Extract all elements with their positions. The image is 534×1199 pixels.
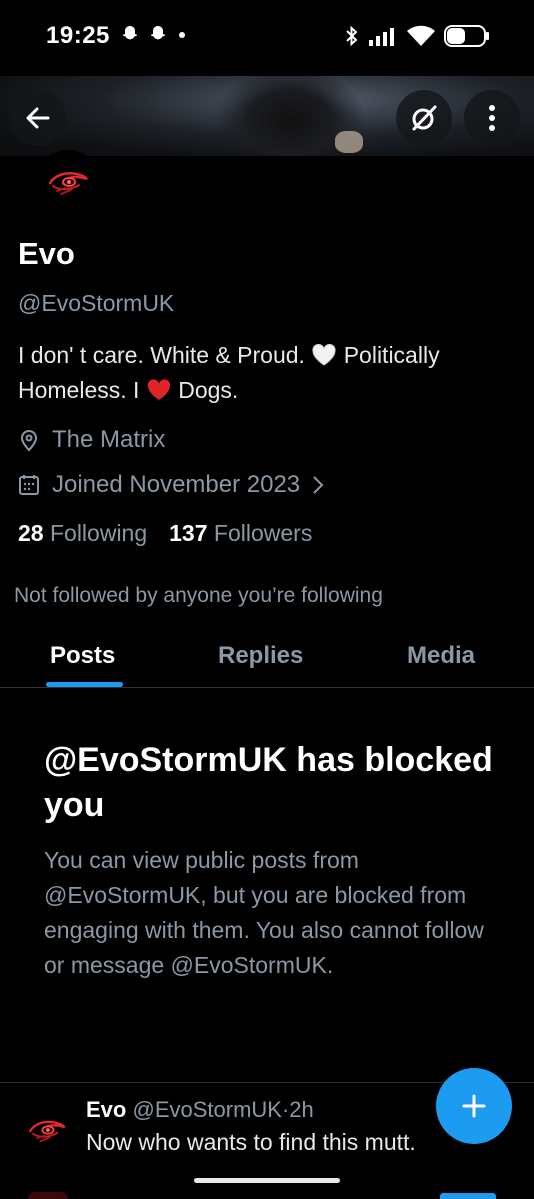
status-bar: 19:25 (0, 0, 534, 76)
joined-text: Joined November 2023 (52, 471, 301, 498)
next-post-avatar-peek (28, 1192, 68, 1199)
post-avatar[interactable] (20, 1103, 74, 1157)
followers-label: Followers (213, 520, 313, 546)
post-author-name: Evo (86, 1097, 127, 1122)
back-arrow-icon (26, 107, 50, 129)
profile-joined[interactable]: Joined November 2023 (18, 471, 324, 499)
tab-replies[interactable]: Replies (218, 642, 303, 670)
blocked-body: You can view public posts from @EvoStorm… (44, 847, 484, 978)
post-time: 2h (289, 1097, 314, 1122)
profile-location: The Matrix (18, 426, 165, 454)
battery-icon (444, 25, 489, 47)
wifi-icon (407, 25, 435, 46)
banner-image-hand (335, 131, 363, 153)
compose-post-button[interactable] (436, 1068, 512, 1144)
tab-posts[interactable]: Posts (50, 642, 115, 670)
profile-avatar[interactable] (36, 150, 100, 214)
home-gesture-bar[interactable] (194, 1178, 340, 1183)
profile-tabs: Posts Replies Media (0, 628, 534, 688)
more-options-button[interactable] (464, 90, 520, 146)
location-text: The Matrix (52, 426, 166, 453)
post-header: Evo @EvoStormUK·2h (86, 1097, 314, 1123)
following-label: Following (49, 520, 148, 546)
follow-stats: 28 Following 137 Followers (18, 520, 312, 547)
blocked-title: @EvoStormUK has blocked you (44, 741, 493, 824)
following-link[interactable]: 28 Following (18, 520, 147, 547)
dot-icon (179, 32, 185, 38)
profile-name: Evo (18, 236, 75, 271)
signal-icon (369, 28, 394, 46)
red-eye-logo-icon (29, 1120, 66, 1143)
profile-screen: 19:25 Evo @EvoStormUK I don' t care. Whi… (0, 0, 534, 1199)
profile-bio: I don' t care. White & Proud. Politicall… (18, 338, 528, 408)
status-system-icons (344, 24, 490, 48)
chevron-right-icon (313, 476, 324, 494)
profile-banner (0, 76, 534, 156)
active-tab-indicator (46, 682, 123, 687)
white-heart-icon (312, 343, 336, 366)
grok-icon (412, 105, 437, 131)
followers-count: 137 (169, 520, 208, 546)
red-heart-icon (147, 379, 170, 400)
tab-media[interactable]: Media (407, 642, 475, 670)
profile-handle: @EvoStormUK (18, 290, 175, 316)
location-pin-icon (20, 430, 38, 452)
calendar-icon (19, 475, 39, 495)
bio-text-1: I don' t care. White & Proud. (18, 342, 312, 368)
next-post-media-peek (440, 1193, 496, 1199)
plus-icon (462, 1094, 486, 1118)
more-vertical-icon (489, 105, 495, 131)
red-eye-logo-icon (48, 172, 88, 195)
bluetooth-icon (346, 25, 358, 47)
snapchat-icon (151, 26, 165, 40)
status-time: 19:25 (46, 22, 110, 49)
status-notification-icons (120, 24, 188, 44)
post-author-handle: @EvoStormUK (132, 1097, 282, 1122)
snapchat-icon (123, 26, 137, 40)
following-count: 28 (18, 520, 44, 546)
back-button[interactable] (10, 90, 66, 146)
post-text: Now who wants to find this mutt. (86, 1129, 416, 1155)
not-followed-notice: Not followed by anyone you’re following (14, 584, 383, 607)
bio-text-3: Dogs. (171, 377, 239, 403)
followers-link[interactable]: 137 Followers (169, 520, 312, 547)
grok-button[interactable] (396, 90, 452, 146)
